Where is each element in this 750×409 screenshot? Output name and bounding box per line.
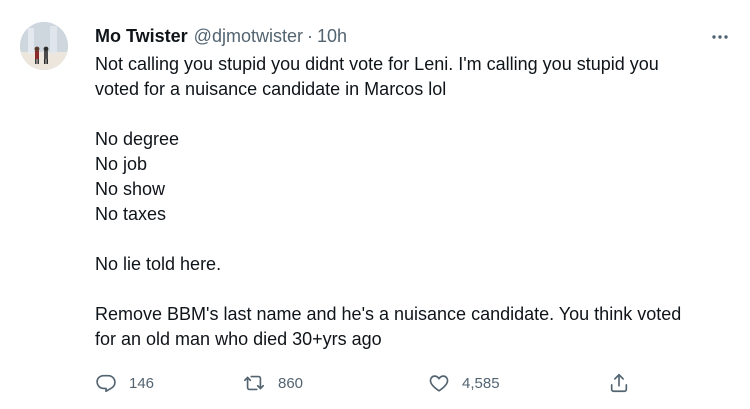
avatar-image	[20, 22, 68, 70]
tweet-header: Mo Twister @djmotwister · 10h	[95, 24, 347, 48]
retweet-count: 860	[278, 374, 304, 392]
header-separator: ·	[306, 25, 313, 46]
author-handle[interactable]: @djmotwister	[194, 26, 303, 47]
heart-icon	[429, 375, 449, 392]
author-name[interactable]: Mo Twister	[95, 26, 188, 47]
retweet-icon	[244, 375, 264, 391]
tweet-line: Remove BBM's last name and he's a nuisan…	[95, 304, 682, 324]
action-bar: 146 860 4,585	[95, 370, 655, 396]
share-button[interactable]	[608, 370, 630, 396]
reply-icon	[96, 374, 116, 393]
retweet-button[interactable]: 860	[242, 370, 303, 396]
tweet-line: No taxes	[95, 204, 167, 224]
tweet-line: No show	[95, 179, 166, 199]
tweet-line: for an old man who died 30+yrs ago	[95, 329, 382, 349]
tweet-line: No job	[95, 154, 148, 174]
tweet-text: Not calling you stupid you didnt vote fo…	[95, 52, 735, 352]
avatar[interactable]	[20, 22, 68, 70]
reply-button[interactable]: 146	[95, 370, 154, 396]
tweet-line: No lie told here.	[95, 254, 222, 274]
tweet-line: voted for a nuisance candidate in Marcos…	[95, 79, 447, 99]
like-count: 4,585	[462, 374, 500, 392]
more-horizontal-icon	[712, 35, 728, 39]
more-options-button[interactable]	[706, 27, 734, 47]
tweet-card[interactable]: Mo Twister @djmotwister · 10h Not callin…	[0, 0, 750, 409]
like-button[interactable]: 4,585	[428, 370, 500, 396]
tweet-line: No degree	[95, 129, 180, 149]
tweet-line: Not calling you stupid you didnt vote fo…	[95, 54, 659, 74]
timestamp[interactable]: 10h	[317, 26, 347, 47]
share-icon	[610, 373, 628, 393]
reply-count: 146	[129, 374, 155, 392]
